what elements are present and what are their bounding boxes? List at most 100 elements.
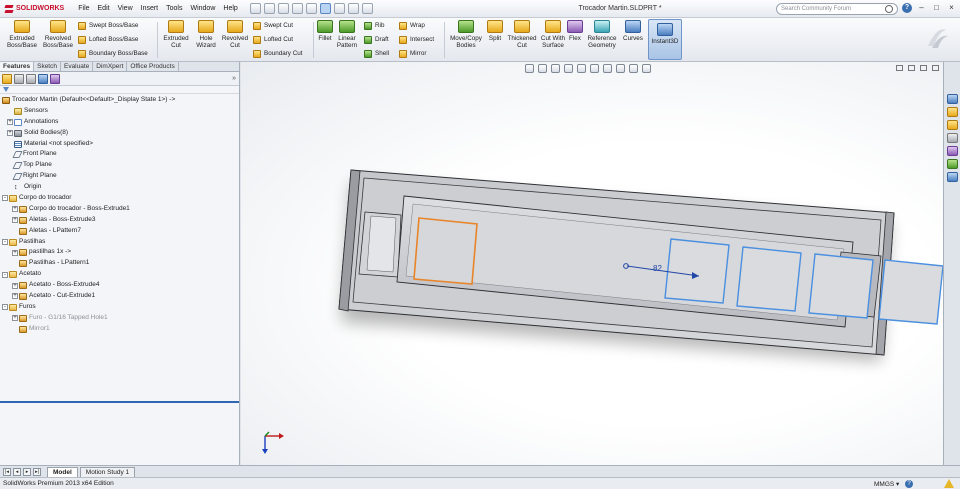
zoom-to-fit-icon[interactable]	[525, 64, 534, 73]
save-icon[interactable]	[277, 3, 289, 14]
split-button[interactable]: Split	[486, 20, 504, 42]
print-icon[interactable]	[291, 3, 303, 14]
new-document-icon[interactable]	[249, 3, 261, 14]
open-folder-icon[interactable]	[263, 3, 275, 14]
property-manager-icon[interactable]	[14, 73, 24, 84]
menu-view[interactable]: View	[114, 0, 137, 18]
last-tab-icon[interactable]: ▸|	[33, 467, 41, 476]
close-icon[interactable]: ×	[947, 3, 956, 12]
tree-item[interactable]: - Pastilhas	[0, 237, 239, 248]
tree-item[interactable]: + Corpo do trocador - Boss-Extrude1	[0, 204, 239, 215]
menu-tools[interactable]: Tools	[162, 0, 186, 18]
expand-icon[interactable]: +	[12, 249, 18, 256]
expand-icon[interactable]: +	[12, 217, 18, 224]
next-tab-icon[interactable]: ▸	[23, 467, 31, 476]
expand-icon[interactable]: +	[7, 130, 13, 137]
viewport-close-icon[interactable]	[932, 65, 939, 71]
extruded-cut-button[interactable]: Extruded Cut	[160, 20, 192, 49]
cut-with-surface-button[interactable]: Cut With Surface	[540, 20, 566, 49]
tree-filter[interactable]	[0, 86, 239, 94]
pastilha-1[interactable]	[664, 238, 730, 304]
swept-boss-button[interactable]: Swept Boss/Base	[78, 21, 138, 30]
draft-button[interactable]: Draft	[364, 35, 389, 44]
tree-item[interactable]: + pastilhas 1x ->	[0, 247, 239, 258]
custom-properties-icon[interactable]	[946, 159, 958, 169]
tree-item[interactable]: + Solid Bodies(8)	[0, 128, 239, 139]
tree-item[interactable]: Mirror1	[0, 324, 239, 335]
tree-item[interactable]: Sensors	[0, 106, 239, 117]
mirror-button[interactable]: Mirror	[399, 49, 426, 58]
rollback-bar[interactable]	[0, 401, 239, 403]
feature-manager-icon[interactable]	[2, 73, 12, 84]
prev-tab-icon[interactable]: ◂	[13, 467, 21, 476]
status-help-icon[interactable]: ?	[905, 479, 913, 488]
tree-item[interactable]: Pastilhas - LPattern1	[0, 258, 239, 269]
move-copy-bodies-button[interactable]: Move/Copy Bodies	[447, 20, 485, 49]
instant3d-button[interactable]: Instant3D	[648, 19, 682, 60]
hole-wizard-button[interactable]: Hole Wizard	[192, 20, 220, 49]
tab-sketch[interactable]: Sketch	[34, 62, 61, 71]
extruded-boss-button[interactable]: Extruded Boss/Base	[4, 20, 40, 49]
collapse-icon[interactable]: -	[2, 271, 8, 278]
tab-evaluate[interactable]: Evaluate	[61, 62, 94, 71]
selected-tile-orange[interactable]	[413, 217, 478, 285]
tree-item[interactable]: - Corpo do trocador	[0, 193, 239, 204]
tab-dimxpert[interactable]: DimXpert	[93, 62, 128, 71]
menu-window[interactable]: Window	[186, 0, 219, 18]
lofted-cut-button[interactable]: Lofted Cut	[253, 35, 293, 44]
filter-icon[interactable]	[3, 87, 9, 93]
linear-pattern-button[interactable]: Linear Pattern	[334, 20, 360, 49]
apply-scene-icon[interactable]	[629, 64, 638, 73]
undo-icon[interactable]	[305, 3, 317, 14]
tab-office-products[interactable]: Office Products	[127, 62, 179, 71]
tree-item[interactable]: + Acetato - Boss-Extrude4	[0, 280, 239, 291]
pastilha-2[interactable]	[736, 246, 802, 312]
fillet-button[interactable]: Fillet	[316, 20, 334, 42]
solidworks-resources-icon[interactable]	[946, 94, 958, 104]
dimension-label[interactable]: 82	[653, 264, 662, 273]
expand-icon[interactable]: +	[12, 315, 18, 322]
curves-button[interactable]: Curves	[620, 20, 646, 42]
boundary-cut-button[interactable]: Boundary Cut	[253, 49, 303, 58]
thickened-cut-button[interactable]: Thickened Cut	[505, 20, 539, 49]
tree-item[interactable]: + Acetato - Cut-Extrude1	[0, 291, 239, 302]
reference-geometry-button[interactable]: Reference Geometry	[584, 20, 620, 49]
dimxpert-manager-icon[interactable]	[38, 73, 48, 84]
file-properties-icon[interactable]	[347, 3, 359, 14]
shell-button[interactable]: Shell	[364, 49, 389, 58]
expand-icon[interactable]: +	[12, 282, 18, 289]
configuration-manager-icon[interactable]	[26, 73, 36, 84]
part-model[interactable]: 82	[241, 62, 943, 465]
previous-view-icon[interactable]	[551, 64, 560, 73]
tree-item[interactable]: - Acetato	[0, 269, 239, 280]
view-palette-icon[interactable]	[946, 133, 958, 143]
viewport-restore-icon[interactable]	[908, 65, 915, 71]
edit-appearance-icon[interactable]	[616, 64, 625, 73]
collapse-icon[interactable]: -	[2, 304, 8, 311]
wrap-button[interactable]: Wrap	[399, 21, 425, 30]
display-style-icon[interactable]	[590, 64, 599, 73]
swept-cut-button[interactable]: Swept Cut	[253, 21, 293, 30]
view-settings-icon[interactable]	[642, 64, 651, 73]
search-icon[interactable]	[885, 5, 893, 13]
restore-icon[interactable]: □	[932, 3, 941, 12]
tab-features[interactable]: Features	[0, 62, 35, 71]
graphics-area[interactable]: 82	[241, 62, 943, 465]
lofted-boss-button[interactable]: Lofted Boss/Base	[78, 35, 138, 44]
tree-item[interactable]: - Furos	[0, 302, 239, 313]
tree-item[interactable]: + Furo - G1/16 Tapped Hole1	[0, 313, 239, 324]
tab-motion-study[interactable]: Motion Study 1	[79, 466, 136, 477]
revolved-boss-button[interactable]: Revolved Boss/Base	[40, 20, 76, 49]
expand-icon[interactable]: +	[12, 293, 18, 300]
hide-show-items-icon[interactable]	[603, 64, 612, 73]
tree-item[interactable]: Trocador Martin (Default<<Default>_Displ…	[0, 95, 239, 106]
pastilha-3[interactable]	[808, 253, 874, 319]
minimize-icon[interactable]: –	[917, 3, 926, 12]
viewport-minimize-icon[interactable]	[896, 65, 903, 71]
rib-button[interactable]: Rib	[364, 21, 384, 30]
forum-icon[interactable]	[946, 172, 958, 182]
menu-insert[interactable]: Insert	[137, 0, 163, 18]
intersect-button[interactable]: Intersect	[399, 35, 434, 44]
section-view-icon[interactable]	[564, 64, 573, 73]
rebuild-icon[interactable]	[333, 3, 345, 14]
